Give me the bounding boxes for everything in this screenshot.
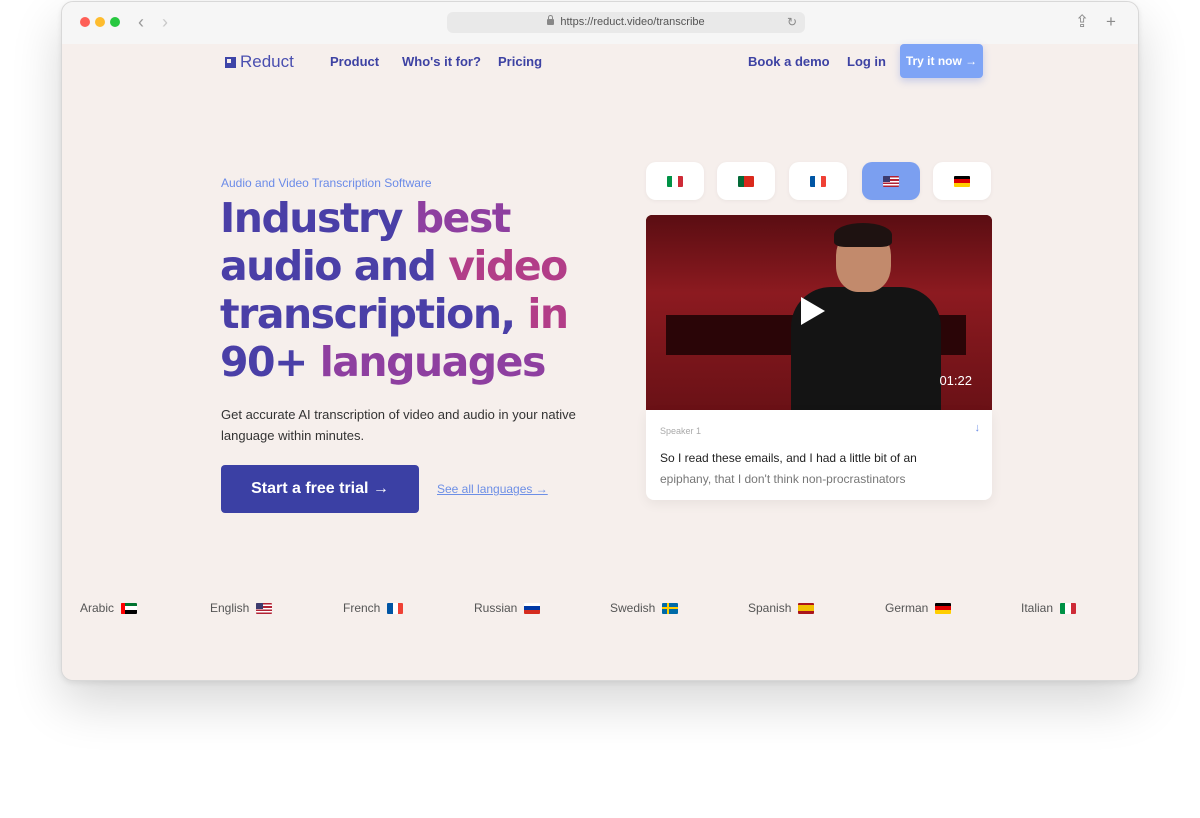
headline-line-3: transcription, in [220, 290, 620, 338]
nav-whos-it-for[interactable]: Who's it for? [402, 54, 481, 69]
spain-flag-icon [798, 602, 815, 614]
start-free-trial-button[interactable]: Start a free trial → [221, 465, 419, 513]
sweden-flag-icon [662, 602, 679, 614]
nav-pricing[interactable]: Pricing [498, 54, 542, 69]
nav-product[interactable]: Product [330, 54, 379, 69]
germany-flag-icon [935, 602, 952, 614]
headline-word: 90+ [220, 338, 320, 386]
headline-line-2: audio and video [220, 242, 620, 290]
language-button-german[interactable] [933, 162, 991, 200]
hero-subtitle: Get accurate AI transcription of video a… [221, 407, 576, 443]
language-label: Arabic [80, 601, 115, 615]
transcript-line: So I read these emails, and I had a litt… [660, 451, 917, 465]
transcript-line: epiphany, that I don't think non-procras… [660, 472, 906, 486]
language-button-english[interactable] [862, 162, 920, 200]
language-label: English [210, 601, 250, 615]
back-icon[interactable]: ‹ [138, 12, 144, 32]
russia-flag-icon [524, 602, 541, 614]
language-label: Russian [474, 601, 518, 615]
reduct-logo[interactable]: Reduct [225, 52, 294, 72]
language-item-russian: Russian [474, 601, 541, 615]
usa-flag-icon [883, 175, 899, 187]
transcript-panel: Speaker 1 ↓ So I read these emails, and … [646, 410, 992, 500]
italy-flag-icon [667, 175, 683, 187]
language-item-swedish: Swedish [610, 601, 679, 615]
language-item-german: German [885, 601, 952, 615]
share-icon[interactable]: ⇪ [1075, 12, 1089, 32]
language-label: German [885, 601, 929, 615]
nav-login[interactable]: Log in [847, 54, 886, 69]
video-duration: 01:22 [939, 373, 972, 388]
italy-flag-icon [1060, 602, 1077, 614]
arrow-down-icon[interactable]: ↓ [975, 422, 981, 434]
address-bar[interactable]: https://reduct.video/transcribe ↻ [447, 12, 805, 33]
speaker-label: Speaker 1 [660, 426, 702, 436]
france-flag-icon [810, 175, 826, 187]
language-button-french[interactable] [789, 162, 847, 200]
see-all-languages-link[interactable]: See all languages → [437, 482, 548, 496]
usa-flag-icon [256, 602, 273, 614]
headline-word: transcription, [220, 290, 528, 338]
video-frame [834, 223, 892, 247]
lock-icon [547, 15, 555, 25]
language-item-french: French [343, 601, 404, 615]
zoom-window-button[interactable] [110, 17, 120, 27]
page-content: Reduct Product Who's it for? Pricing Boo… [62, 44, 1138, 680]
language-label: French [343, 601, 381, 615]
language-label: Italian [1021, 601, 1054, 615]
language-button-portuguese[interactable] [717, 162, 775, 200]
play-icon[interactable] [801, 297, 825, 325]
forward-icon[interactable]: › [162, 12, 168, 32]
new-tab-icon[interactable]: + [1106, 12, 1116, 32]
headline-word: languages [319, 338, 547, 386]
germany-flag-icon [954, 175, 970, 187]
minimize-window-button[interactable] [95, 17, 105, 27]
video-player[interactable]: 01:22 [646, 215, 992, 410]
headline-word: in [527, 290, 569, 338]
nav-book-demo[interactable]: Book a demo [748, 54, 830, 69]
url-text: https://reduct.video/transcribe [560, 16, 705, 28]
headline-word: video [448, 242, 568, 290]
language-item-english: English [210, 601, 273, 615]
language-item-spanish: Spanish [748, 601, 815, 615]
france-flag-icon [387, 602, 404, 614]
reduct-logo-icon [225, 56, 236, 68]
headline-word: Industry [220, 194, 415, 242]
try-it-now-button[interactable]: Try it now → [900, 44, 983, 78]
language-item-italian: Italian [1021, 601, 1077, 615]
browser-toolbar: ‹ › https://reduct.video/transcribe ↻ ⇪ … [62, 2, 1138, 45]
language-item-arabic: Arabic [80, 601, 138, 615]
headline-line-1: Industry best [220, 194, 620, 242]
browser-window: ‹ › https://reduct.video/transcribe ↻ ⇪ … [61, 1, 1139, 681]
uae-flag-icon [121, 602, 138, 614]
language-label: Spanish [748, 601, 792, 615]
hero-headline: Industry best audio and video transcript… [220, 194, 620, 386]
portugal-flag-icon [738, 175, 754, 187]
logo-text: Reduct [240, 52, 294, 71]
headline-line-4: 90+ languages [220, 338, 620, 386]
headline-word: audio and [220, 242, 449, 290]
headline-word: best [414, 194, 512, 242]
language-button-italian[interactable] [646, 162, 704, 200]
language-label: Swedish [610, 601, 656, 615]
reload-icon[interactable]: ↻ [787, 12, 797, 33]
close-window-button[interactable] [80, 17, 90, 27]
hero-eyebrow: Audio and Video Transcription Software [221, 176, 432, 190]
